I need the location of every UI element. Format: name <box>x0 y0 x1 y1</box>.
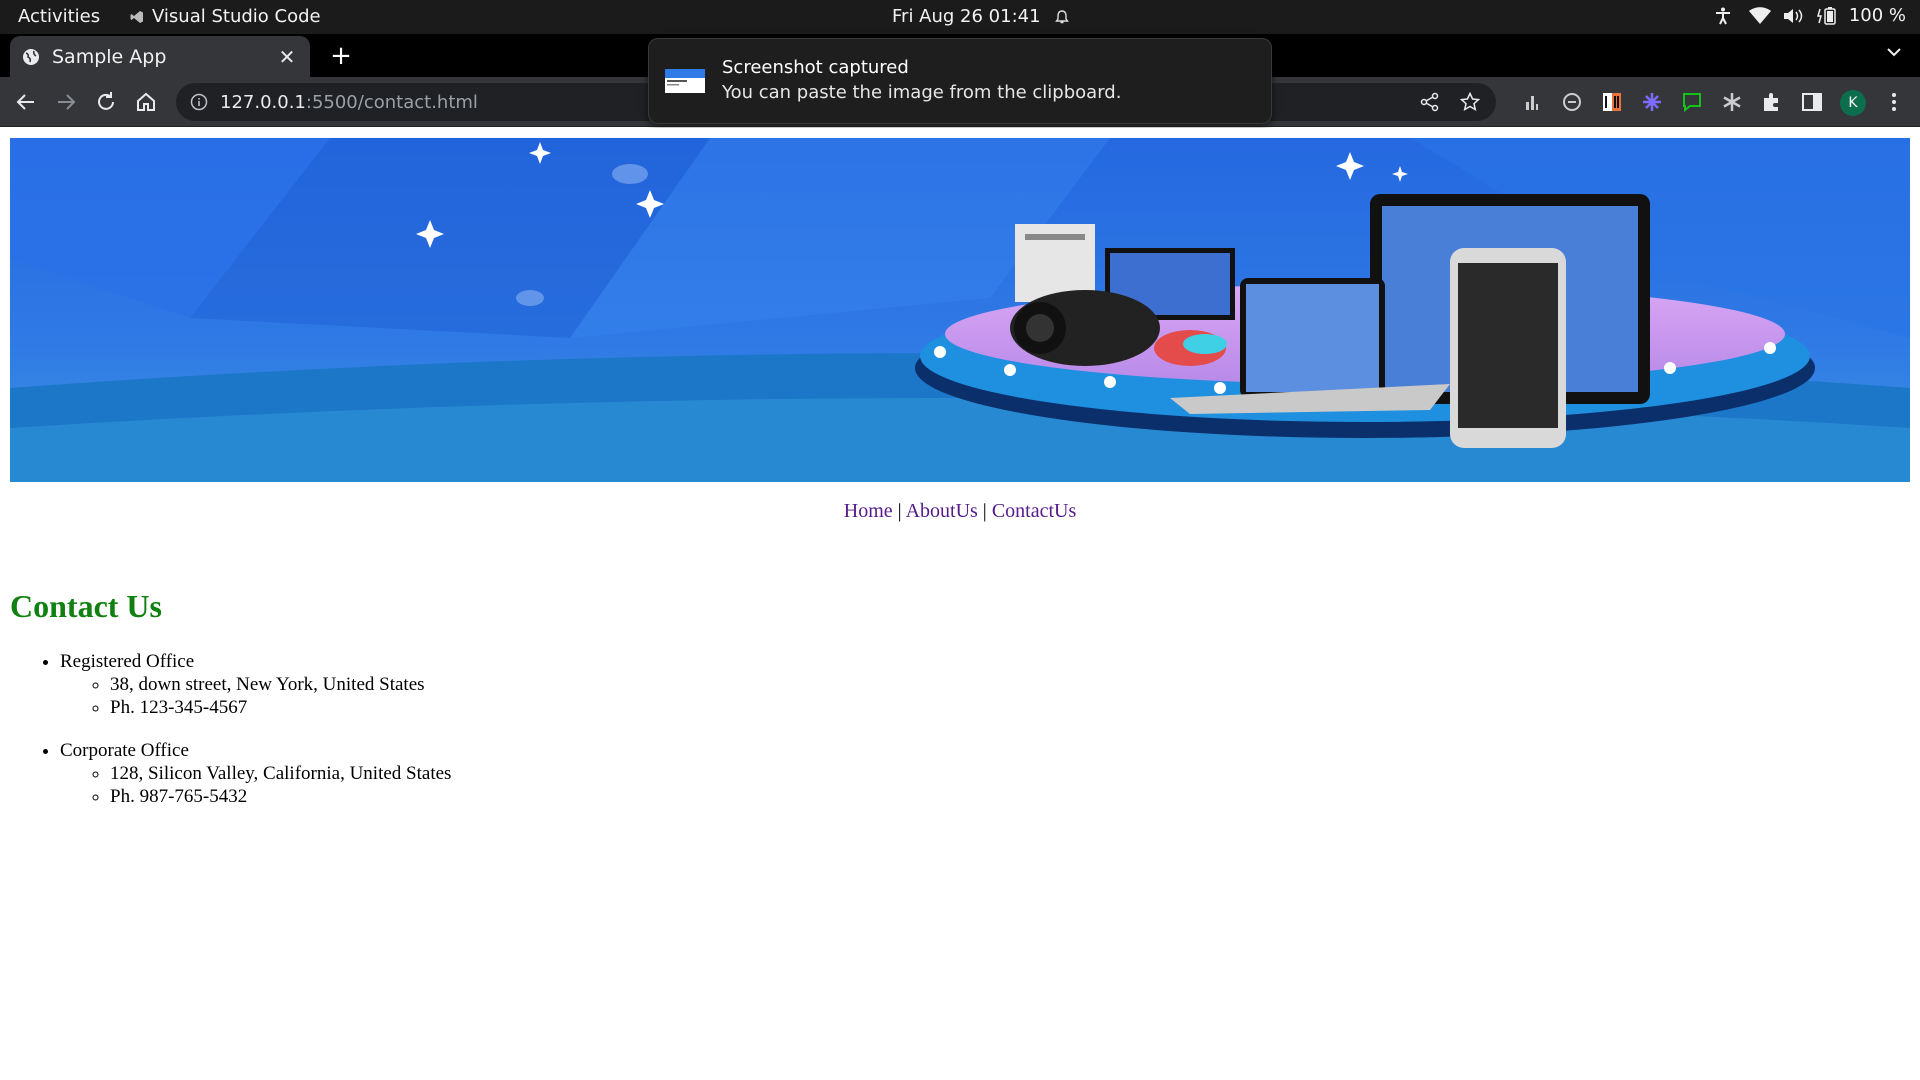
extension-snowflake-blue-icon[interactable] <box>1640 90 1664 114</box>
tab-title: Sample App <box>52 45 167 68</box>
share-icon[interactable] <box>1420 92 1440 112</box>
more-menu-icon[interactable] <box>1882 90 1906 114</box>
office-list: Registered Office 38, down street, New Y… <box>10 650 451 828</box>
nav-link-home[interactable]: Home <box>844 500 893 522</box>
close-tab-icon[interactable]: ✕ <box>276 45 298 69</box>
notification-title: Screenshot captured <box>722 57 909 78</box>
battery-percent: 100 % <box>1848 5 1906 26</box>
nav-separator: | <box>982 500 987 522</box>
web-page: Home | AboutUs | ContactUs Contact Us Re… <box>0 128 1920 1080</box>
extension-asterisk-icon[interactable] <box>1720 90 1744 114</box>
reload-icon[interactable] <box>94 90 118 114</box>
home-icon[interactable] <box>134 90 158 114</box>
battery-icon <box>1816 6 1836 25</box>
accessibility-icon <box>1715 7 1730 24</box>
office-name: Corporate Office <box>60 740 189 761</box>
focused-app-menu[interactable]: Visual Studio Code <box>130 6 321 27</box>
url-text: 127.0.0.1:5500/contact.html <box>220 92 478 113</box>
nav-link-about[interactable]: AboutUs <box>906 500 978 522</box>
office-phone: Ph. 123-345-4567 <box>110 696 451 719</box>
nav-link-contact[interactable]: ContactUs <box>992 500 1076 522</box>
profile-avatar[interactable]: K <box>1840 90 1866 116</box>
focused-app-name: Visual Studio Code <box>152 6 321 27</box>
wifi-icon <box>1748 6 1771 24</box>
electronics-banner-image <box>10 138 1910 482</box>
extension-chat-icon[interactable] <box>1680 90 1704 114</box>
extension-circle-icon[interactable] <box>1560 90 1584 114</box>
office-name: Registered Office <box>60 651 195 672</box>
screenshot-notification[interactable]: Screenshot captured You can paste the im… <box>648 38 1272 124</box>
list-item-corporate-office: Corporate Office 128, Silicon Valley, Ca… <box>60 739 451 808</box>
globe-icon <box>23 48 39 65</box>
tab-sample-app[interactable]: Sample App ✕ <box>10 36 310 77</box>
tab-search-chevron-icon[interactable] <box>1886 44 1902 60</box>
extension-bars-icon[interactable] <box>1520 90 1544 114</box>
new-tab-button[interactable]: + <box>326 41 356 71</box>
url-path: :5500/contact.html <box>305 91 478 113</box>
notification-body: You can paste the image from the clipboa… <box>722 82 1122 103</box>
date-time: Fri Aug 26 01:41 <box>892 6 1041 27</box>
volume-icon <box>1783 8 1803 23</box>
site-info-icon[interactable] <box>190 93 208 111</box>
bookmark-star-icon[interactable] <box>1460 92 1480 112</box>
alarm-icon <box>1054 9 1069 23</box>
url-host: 127.0.0.1 <box>220 91 306 113</box>
clock[interactable]: Fri Aug 26 01:41 <box>892 6 1069 27</box>
system-tray[interactable]: 100 % <box>1715 5 1906 26</box>
nav-separator: | <box>897 500 902 522</box>
list-item-registered-office: Registered Office 38, down street, New Y… <box>60 650 451 719</box>
extensions-puzzle-icon[interactable] <box>1760 90 1784 114</box>
screenshot-thumbnail-icon <box>665 69 705 93</box>
lighthouse-extension-icon[interactable] <box>1600 90 1624 114</box>
office-address: 128, Silicon Valley, California, United … <box>110 762 451 785</box>
vscode-icon <box>130 10 143 23</box>
back-arrow-icon[interactable] <box>14 90 38 114</box>
system-top-bar: Activities Visual Studio Code Fri Aug 26… <box>0 0 1920 34</box>
side-panel-icon[interactable] <box>1800 90 1824 114</box>
activities-button[interactable]: Activities <box>18 6 100 27</box>
page-title: Contact Us <box>10 588 162 624</box>
page-nav: Home | AboutUs | ContactUs <box>0 500 1920 523</box>
forward-arrow-icon[interactable] <box>54 90 78 114</box>
office-phone: Ph. 987-765-5432 <box>110 785 451 808</box>
office-address: 38, down street, New York, United States <box>110 673 451 696</box>
